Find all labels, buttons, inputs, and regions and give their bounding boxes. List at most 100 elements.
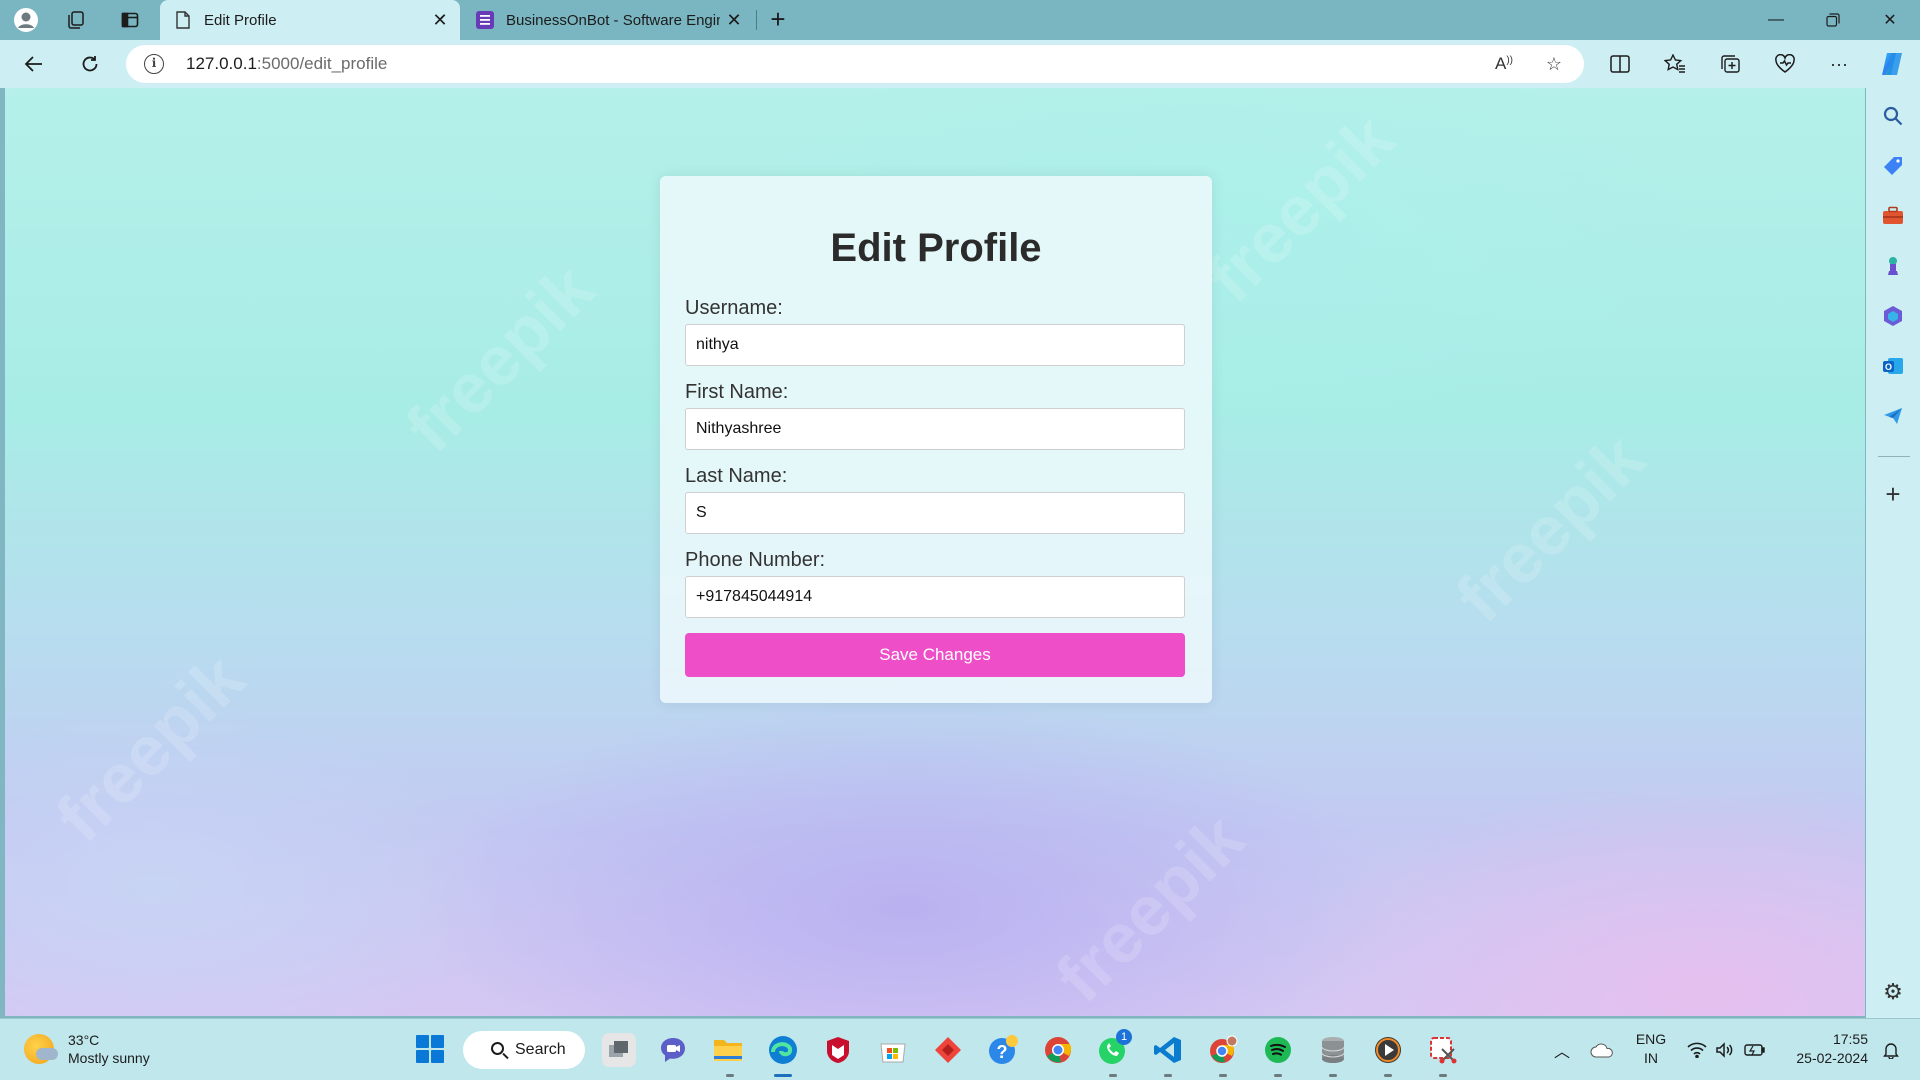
- running-indicator: [726, 1074, 734, 1077]
- close-tab-icon[interactable]: ✕: [720, 6, 748, 34]
- running-indicator: [1329, 1074, 1337, 1077]
- read-aloud-icon[interactable]: A)): [1492, 52, 1516, 76]
- first-name-input[interactable]: [685, 408, 1185, 450]
- edge-sidebar: O + ⚙: [1866, 88, 1920, 1018]
- url-text[interactable]: 127.0.0.1:5000/edit_profile: [186, 54, 387, 74]
- last-name-input[interactable]: [685, 492, 1185, 534]
- media-player-icon[interactable]: [1371, 1033, 1405, 1067]
- active-indicator: [774, 1074, 792, 1077]
- refresh-icon[interactable]: [74, 48, 106, 80]
- tools-briefcase-icon[interactable]: [1879, 202, 1907, 230]
- tab-separator: [756, 10, 757, 30]
- copilot-icon[interactable]: [1878, 50, 1906, 78]
- running-indicator: [1274, 1074, 1282, 1077]
- workspaces-icon[interactable]: [62, 6, 90, 34]
- phone-number-input[interactable]: [685, 576, 1185, 618]
- collections-icon[interactable]: [1716, 50, 1744, 78]
- chrome-profile-icon[interactable]: [1206, 1033, 1240, 1067]
- username-label: Username:: [685, 297, 783, 319]
- mcafee-shield-icon[interactable]: [821, 1033, 855, 1067]
- browser-toolbar: i 127.0.0.1:5000/edit_profile A)) ☆ ···: [0, 40, 1920, 88]
- profile-icon[interactable]: [12, 6, 40, 34]
- vscode-icon[interactable]: [1151, 1033, 1185, 1067]
- tab-edit-profile[interactable]: Edit Profile ✕: [160, 0, 460, 40]
- watermark-text: freepik: [1191, 99, 1409, 317]
- send-drop-icon[interactable]: [1879, 402, 1907, 430]
- first-name-label: First Name:: [685, 381, 789, 403]
- last-name-label: Last Name:: [685, 465, 788, 487]
- split-screen-icon[interactable]: [1606, 50, 1634, 78]
- close-window-icon[interactable]: ✕: [1862, 0, 1918, 40]
- teams-chat-icon[interactable]: [656, 1033, 690, 1067]
- tab-title: BusinessOnBot - Software Engine: [506, 11, 720, 29]
- close-tab-icon[interactable]: ✕: [426, 6, 454, 34]
- weather-sun-icon: [24, 1034, 58, 1064]
- notification-badge: 1: [1116, 1029, 1132, 1045]
- settings-gear-icon[interactable]: ⚙: [1879, 978, 1907, 1006]
- phone-number-label: Phone Number:: [685, 549, 826, 571]
- database-icon[interactable]: [1316, 1033, 1350, 1067]
- weather-widget[interactable]: 33°C Mostly sunny: [24, 1031, 150, 1067]
- shopping-tag-icon[interactable]: [1879, 152, 1907, 180]
- restore-icon[interactable]: [1805, 0, 1861, 40]
- taskbar-search-label: Search: [515, 1041, 566, 1058]
- edit-profile-form: Edit Profile Username: First Name: Last …: [660, 176, 1212, 703]
- weather-temp: 33°C: [68, 1032, 100, 1048]
- taskbar-search[interactable]: Search: [463, 1031, 585, 1069]
- add-sidebar-app-icon[interactable]: +: [1879, 481, 1907, 509]
- site-info-icon[interactable]: i: [144, 54, 164, 74]
- spotify-icon[interactable]: [1261, 1033, 1295, 1067]
- volume-icon[interactable]: [1712, 1019, 1738, 1080]
- snipping-tool-icon[interactable]: [1426, 1033, 1460, 1067]
- tab-businessonbot[interactable]: BusinessOnBot - Software Engine ✕: [462, 0, 754, 40]
- file-explorer-icon[interactable]: [711, 1033, 745, 1067]
- microsoft-store-icon[interactable]: [876, 1033, 910, 1067]
- sidebar-separator: [1878, 456, 1910, 457]
- minimize-icon[interactable]: —: [1748, 0, 1804, 40]
- weather-condition: Mostly sunny: [68, 1050, 150, 1066]
- new-tab-icon[interactable]: +: [764, 6, 792, 34]
- browser-title-bar: Edit Profile ✕ BusinessOnBot - Software …: [0, 0, 1920, 40]
- chevron-up-icon[interactable]: ︿: [1550, 1019, 1574, 1080]
- username-input[interactable]: [685, 324, 1185, 366]
- address-bar[interactable]: i 127.0.0.1:5000/edit_profile A)) ☆: [126, 45, 1584, 83]
- svg-text:?: ?: [997, 1042, 1008, 1062]
- outlook-icon[interactable]: O: [1879, 352, 1907, 380]
- wifi-icon[interactable]: [1684, 1019, 1710, 1080]
- onedrive-cloud-icon[interactable]: [1588, 1019, 1616, 1080]
- battery-icon[interactable]: [1742, 1019, 1768, 1080]
- favorites-icon[interactable]: [1661, 50, 1689, 78]
- page-viewport: freepik freepik freepik freepik freepik …: [5, 88, 1865, 1016]
- help-icon[interactable]: ?: [986, 1033, 1020, 1067]
- notifications-bell-icon[interactable]: [1878, 1019, 1904, 1080]
- language-indicator[interactable]: ENG IN: [1633, 1030, 1669, 1068]
- watermark-text: freepik: [391, 249, 609, 467]
- favorite-star-icon[interactable]: ☆: [1542, 52, 1566, 76]
- task-view-icon[interactable]: [602, 1033, 636, 1067]
- more-options-icon[interactable]: ···: [1825, 50, 1853, 78]
- games-chess-icon[interactable]: [1879, 252, 1907, 280]
- back-arrow-icon[interactable]: [18, 48, 50, 80]
- forms-icon: [476, 11, 494, 29]
- search-icon[interactable]: [1879, 102, 1907, 130]
- windows-taskbar: 33°C Mostly sunny Search ? 1 ︿ ENG IN 17…: [0, 1018, 1920, 1080]
- browser-essentials-icon[interactable]: [1771, 50, 1799, 78]
- anydesk-icon[interactable]: [931, 1033, 965, 1067]
- windows-start-icon[interactable]: [416, 1035, 444, 1063]
- page-title: Edit Profile: [830, 226, 1042, 270]
- edge-browser-icon[interactable]: [766, 1033, 800, 1067]
- clock-date: 25-02-2024: [1796, 1050, 1868, 1066]
- watermark-text: freepik: [1041, 799, 1259, 1016]
- system-clock[interactable]: 17:55 25-02-2024: [1780, 1030, 1868, 1068]
- tab-actions-icon[interactable]: [116, 6, 144, 34]
- watermark-text: freepik: [1441, 419, 1659, 637]
- watermark-text: freepik: [41, 639, 259, 857]
- microsoft-365-icon[interactable]: [1879, 302, 1907, 330]
- running-indicator: [1439, 1074, 1447, 1077]
- running-indicator: [1164, 1074, 1172, 1077]
- whatsapp-icon[interactable]: 1: [1096, 1029, 1132, 1067]
- clock-time: 17:55: [1832, 1031, 1868, 1047]
- chrome-icon[interactable]: [1041, 1033, 1075, 1067]
- save-changes-button[interactable]: Save Changes: [685, 633, 1185, 677]
- svg-text:O: O: [1885, 362, 1892, 372]
